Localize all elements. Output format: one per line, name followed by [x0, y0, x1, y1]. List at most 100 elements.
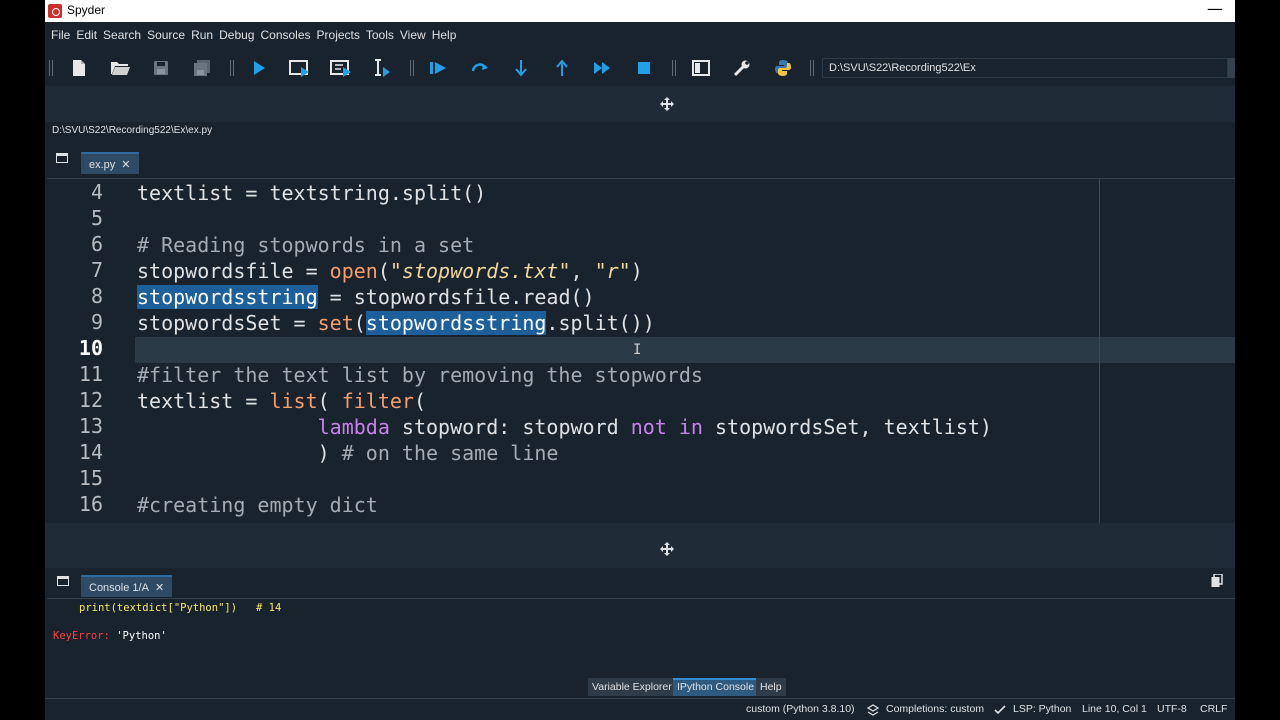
- code-editor[interactable]: 4 5 6 7 8 9 10 11 12 13 14 15 16 textlis…: [47, 178, 1235, 523]
- new-file-button[interactable]: [68, 57, 90, 79]
- status-lsp[interactable]: LSP: Python: [1013, 703, 1071, 715]
- line-number: 16: [78, 492, 103, 516]
- toolbar-handle[interactable]: [49, 60, 53, 76]
- code-token: (: [317, 389, 342, 413]
- current-line-highlight: [135, 337, 1235, 363]
- code-token: stopwordsfile =: [137, 259, 330, 283]
- code-selection-highlight: stopwordsstring: [137, 285, 318, 309]
- code-line-16: #creating empty dict: [137, 492, 378, 518]
- save-all-button[interactable]: [191, 57, 213, 79]
- folder-open-icon: [111, 62, 130, 75]
- code-builtin: filter: [341, 389, 414, 413]
- code-builtin: list: [269, 389, 318, 413]
- line-number: 4: [90, 180, 103, 204]
- working-directory-dropdown[interactable]: [1228, 58, 1235, 78]
- console-error-name: KeyError:: [53, 630, 110, 642]
- clipboard-icon[interactable]: [1211, 574, 1223, 588]
- debug-icon: [430, 62, 446, 74]
- pane-tab-bar: Variable Explorer IPython Console Help: [45, 676, 1235, 698]
- status-environment[interactable]: custom (Python 3.8.10): [746, 703, 855, 715]
- open-file-button[interactable]: [109, 57, 131, 79]
- code-occurrence-highlight: stopwordsstring: [365, 311, 547, 335]
- run-cell-advance-icon: [330, 60, 351, 77]
- step-into-icon: [515, 60, 527, 77]
- tab-variable-explorer[interactable]: Variable Explorer: [588, 678, 676, 696]
- code-comment: # on the same line: [341, 441, 559, 465]
- continue-button[interactable]: [592, 57, 614, 79]
- line-number-gutter: 4 5 6 7 8 9 10 11 12 13 14 15 16: [47, 179, 129, 523]
- code-builtin: set: [317, 311, 354, 335]
- ipython-console[interactable]: print(textdict["Python"]) # 14 KeyError:…: [47, 598, 1235, 676]
- run-cell-icon: [289, 60, 309, 77]
- check-icon: [994, 705, 1006, 715]
- run-cell-advance-button[interactable]: [330, 57, 352, 79]
- menu-help[interactable]: Help: [430, 28, 461, 42]
- python-logo-icon: [775, 60, 791, 76]
- code-token: (: [413, 389, 427, 413]
- main-toolbar: D:\SVU\S22\Recording522\Ex: [45, 50, 1235, 86]
- menu-edit[interactable]: Edit: [74, 28, 101, 42]
- line-number: 14: [78, 440, 103, 464]
- menu-debug[interactable]: Debug: [217, 28, 258, 42]
- code-token: stopwordsSet, textlist): [702, 415, 992, 439]
- browse-tabs-icon[interactable]: [57, 576, 69, 586]
- code-line-8: stopwordsstring = stopwordsfile.read(): [137, 284, 595, 310]
- console-code: print(textdict["Python"]) # 14: [79, 602, 282, 614]
- code-token: (: [377, 259, 390, 283]
- status-completions[interactable]: Completions: custom: [886, 703, 984, 715]
- run-selection-icon: [375, 59, 390, 77]
- code-token: .split()): [546, 311, 655, 335]
- step-return-button[interactable]: [551, 57, 573, 79]
- title-bar: Spyder —: [45, 0, 1235, 22]
- code-line-14: ) # on the same line: [137, 440, 559, 466]
- working-directory-input[interactable]: D:\SVU\S22\Recording522\Ex: [822, 58, 1228, 78]
- close-tab-icon[interactable]: ✕: [121, 159, 130, 171]
- step-over-button[interactable]: [469, 57, 491, 79]
- status-cursor-position: Line 10, Col 1: [1082, 703, 1147, 715]
- edge-line: [1099, 179, 1100, 523]
- menu-tools[interactable]: Tools: [364, 28, 398, 42]
- save-button[interactable]: [150, 57, 172, 79]
- maximize-pane-button[interactable]: [690, 57, 712, 79]
- status-eol: CRLF: [1200, 703, 1228, 715]
- tab-ex-py[interactable]: ex.py ✕: [81, 152, 139, 174]
- run-button[interactable]: [248, 57, 270, 79]
- menu-run[interactable]: Run: [189, 28, 217, 42]
- new-file-icon: [73, 60, 85, 76]
- menu-file[interactable]: File: [49, 28, 74, 42]
- save-icon: [154, 61, 168, 75]
- debug-button[interactable]: [428, 57, 450, 79]
- code-line-7: stopwordsfile = open("stopwords.txt", "r…: [137, 258, 643, 284]
- toolbar-separator: [672, 60, 676, 76]
- browse-tabs-icon[interactable]: [56, 153, 68, 163]
- move-arrows-icon: [660, 97, 674, 111]
- run-cell-button[interactable]: [289, 57, 311, 79]
- menu-search[interactable]: Search: [101, 28, 145, 42]
- tab-help[interactable]: Help: [756, 678, 786, 696]
- pane-drag-area[interactable]: [45, 86, 1235, 122]
- code-string: "stopwords.txt": [389, 259, 571, 283]
- code-builtin: open: [329, 259, 378, 283]
- close-tab-icon[interactable]: ✕: [155, 582, 164, 594]
- minimize-button[interactable]: —: [1203, 0, 1227, 22]
- step-into-button[interactable]: [510, 57, 532, 79]
- line-number: 12: [78, 388, 103, 412]
- console-input-line: print(textdict["Python"]) # 14: [79, 602, 281, 614]
- menu-consoles[interactable]: Consoles: [258, 28, 314, 42]
- tab-console-1[interactable]: Console 1/A ✕: [81, 575, 173, 597]
- python-path-button[interactable]: [772, 57, 794, 79]
- code-keyword: in: [678, 415, 703, 439]
- line-number: 13: [78, 414, 103, 438]
- status-bar: custom (Python 3.8.10) Completions: cust…: [45, 698, 1235, 720]
- menu-projects[interactable]: Projects: [315, 28, 364, 42]
- code-line-4: textlist = textstring.split(): [137, 180, 486, 206]
- run-selection-button[interactable]: [371, 57, 393, 79]
- menu-view[interactable]: View: [398, 28, 430, 42]
- preferences-button[interactable]: [731, 57, 753, 79]
- stop-debug-button[interactable]: [633, 57, 655, 79]
- menu-source[interactable]: Source: [145, 28, 189, 42]
- tab-ipython-console[interactable]: IPython Console: [673, 678, 759, 696]
- pane-drag-area[interactable]: [45, 523, 1235, 568]
